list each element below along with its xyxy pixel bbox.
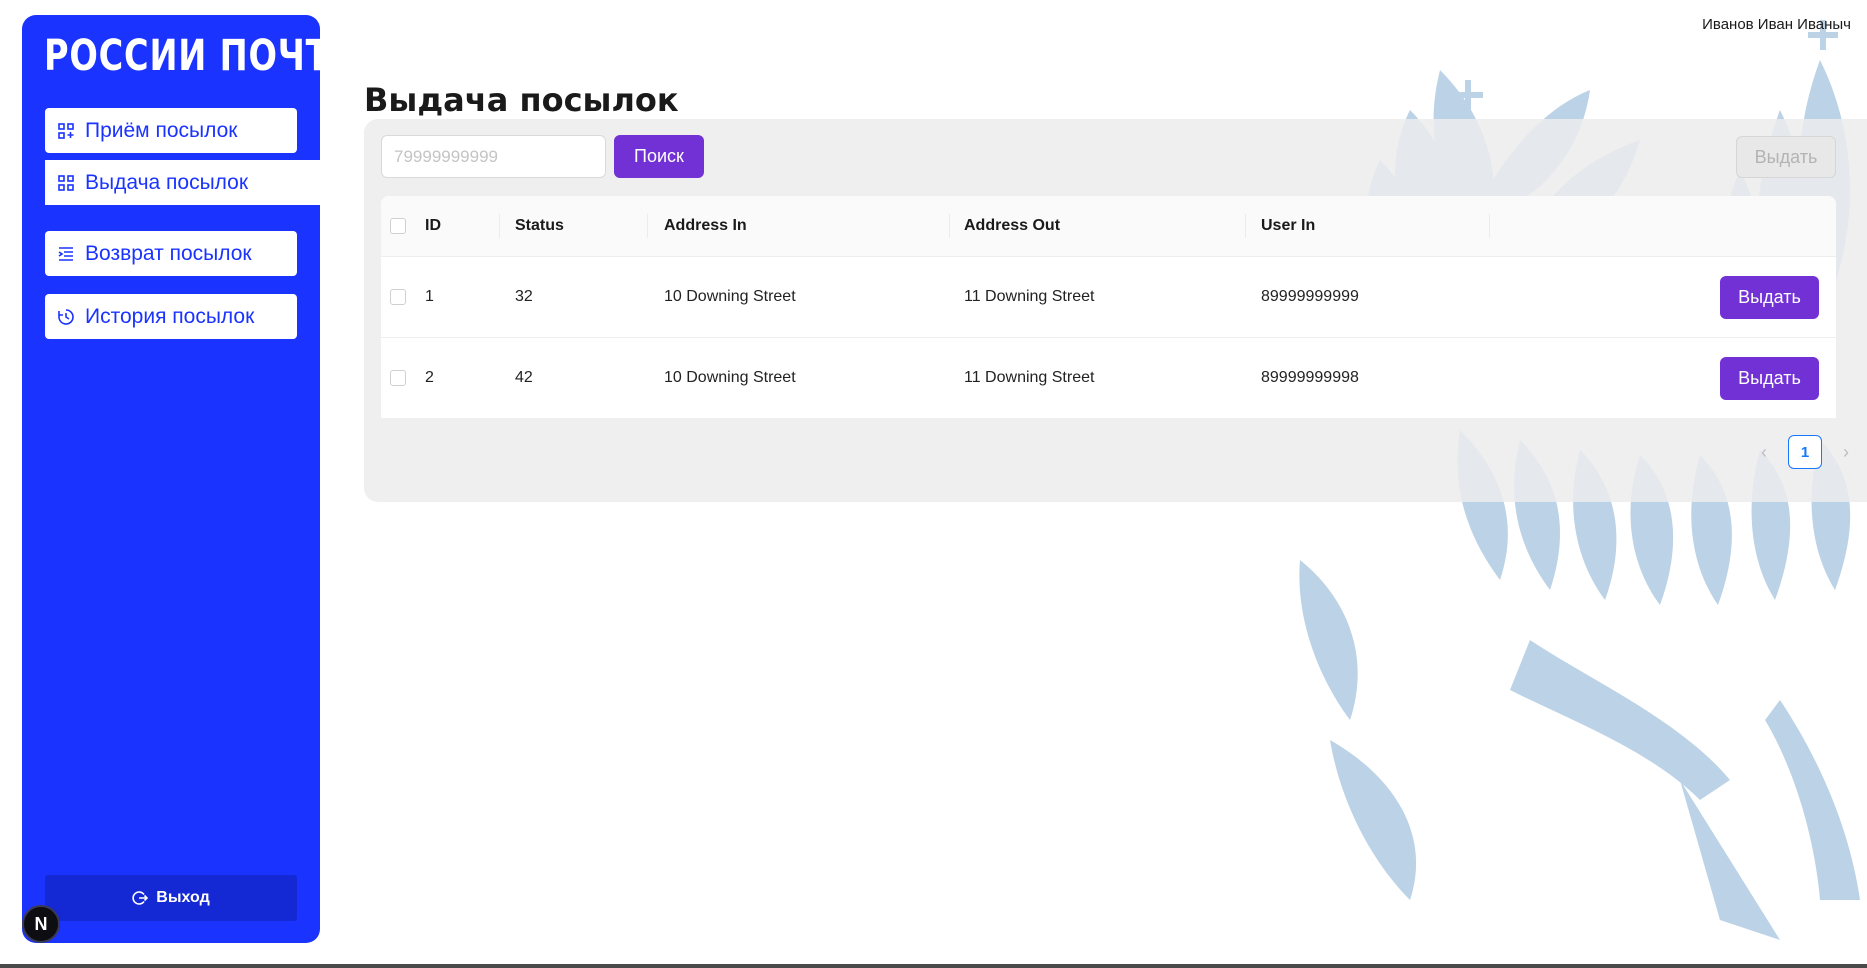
table-row: 2 42 10 Downing Street 11 Downing Street… xyxy=(381,338,1836,419)
cell-user-in: 89999999999 xyxy=(1261,288,1359,305)
issue-row-button[interactable]: Выдать xyxy=(1720,357,1819,400)
table-header-row: ID Status Address In Address Out User In xyxy=(381,196,1836,257)
list-indent-icon xyxy=(57,245,75,263)
search-button[interactable]: Поиск xyxy=(614,135,704,178)
cell-status: 42 xyxy=(515,369,533,386)
sidebar-item-label: История посылок xyxy=(85,304,255,328)
sidebar-item-label: Приём посылок xyxy=(85,118,238,142)
page-button-current[interactable]: 1 xyxy=(1788,435,1822,469)
search-input[interactable] xyxy=(381,135,606,178)
cell-address-in: 10 Downing Street xyxy=(664,288,796,305)
table-row: 1 32 10 Downing Street 11 Downing Street… xyxy=(381,257,1836,338)
chevron-left-icon[interactable]: ‹ xyxy=(1754,442,1774,463)
parcels-table: ID Status Address In Address Out User In… xyxy=(381,196,1836,419)
column-divider xyxy=(1489,214,1490,238)
grid-add-icon xyxy=(57,122,75,140)
column-divider xyxy=(1245,214,1246,238)
row-checkbox[interactable] xyxy=(390,289,406,305)
column-header-id[interactable]: ID xyxy=(425,196,441,256)
pagination: ‹ 1 › xyxy=(1754,434,1856,470)
sidebar-item-label: Возврат посылок xyxy=(85,241,252,265)
history-icon xyxy=(57,308,75,326)
logout-label: Выход xyxy=(156,889,210,906)
brand-logo[interactable]: РОССИИ ПОЧТА xyxy=(44,29,355,83)
select-all-checkbox[interactable] xyxy=(390,218,406,234)
sidebar: РОССИИ ПОЧТА Приём посылок Выдача посыло… xyxy=(22,15,355,943)
sidebar-item-history[interactable]: История посылок xyxy=(45,294,297,339)
cell-address-out: 11 Downing Street xyxy=(964,369,1095,386)
column-header-address-out[interactable]: Address Out xyxy=(964,196,1060,256)
dev-tools-badge[interactable]: N xyxy=(22,905,60,943)
column-header-user-in[interactable]: User In xyxy=(1261,196,1315,256)
parcels-panel: Поиск Выдать ID Status Address In Addres… xyxy=(364,119,1867,502)
issue-selected-button[interactable]: Выдать xyxy=(1736,136,1836,178)
column-header-address-in[interactable]: Address In xyxy=(664,196,747,256)
chevron-right-icon[interactable]: › xyxy=(1836,442,1856,463)
page-title: Выдача посылок xyxy=(364,81,679,120)
column-divider xyxy=(647,214,648,238)
logout-icon xyxy=(132,890,149,906)
user-name[interactable]: Иванов Иван Иваныч xyxy=(1702,16,1851,33)
grid-icon xyxy=(57,174,75,192)
cell-id: 2 xyxy=(425,369,434,386)
cell-id: 1 xyxy=(425,288,434,305)
logout-button[interactable]: Выход xyxy=(45,875,297,921)
row-checkbox[interactable] xyxy=(390,370,406,386)
sidebar-item-issue[interactable]: Выдача посылок xyxy=(45,160,343,205)
sidebar-item-receive[interactable]: Приём посылок xyxy=(45,108,297,153)
window-bottom-edge xyxy=(0,964,1867,968)
issue-row-button[interactable]: Выдать xyxy=(1720,276,1819,319)
cell-user-in: 89999999998 xyxy=(1261,369,1359,386)
sidebar-item-return[interactable]: Возврат посылок xyxy=(45,231,297,276)
column-divider xyxy=(949,214,950,238)
sidebar-item-label: Выдача посылок xyxy=(85,170,249,194)
cell-address-in: 10 Downing Street xyxy=(664,369,796,386)
column-header-status[interactable]: Status xyxy=(515,196,564,256)
cell-status: 32 xyxy=(515,288,533,305)
cell-address-out: 11 Downing Street xyxy=(964,288,1095,305)
column-divider xyxy=(499,214,500,238)
